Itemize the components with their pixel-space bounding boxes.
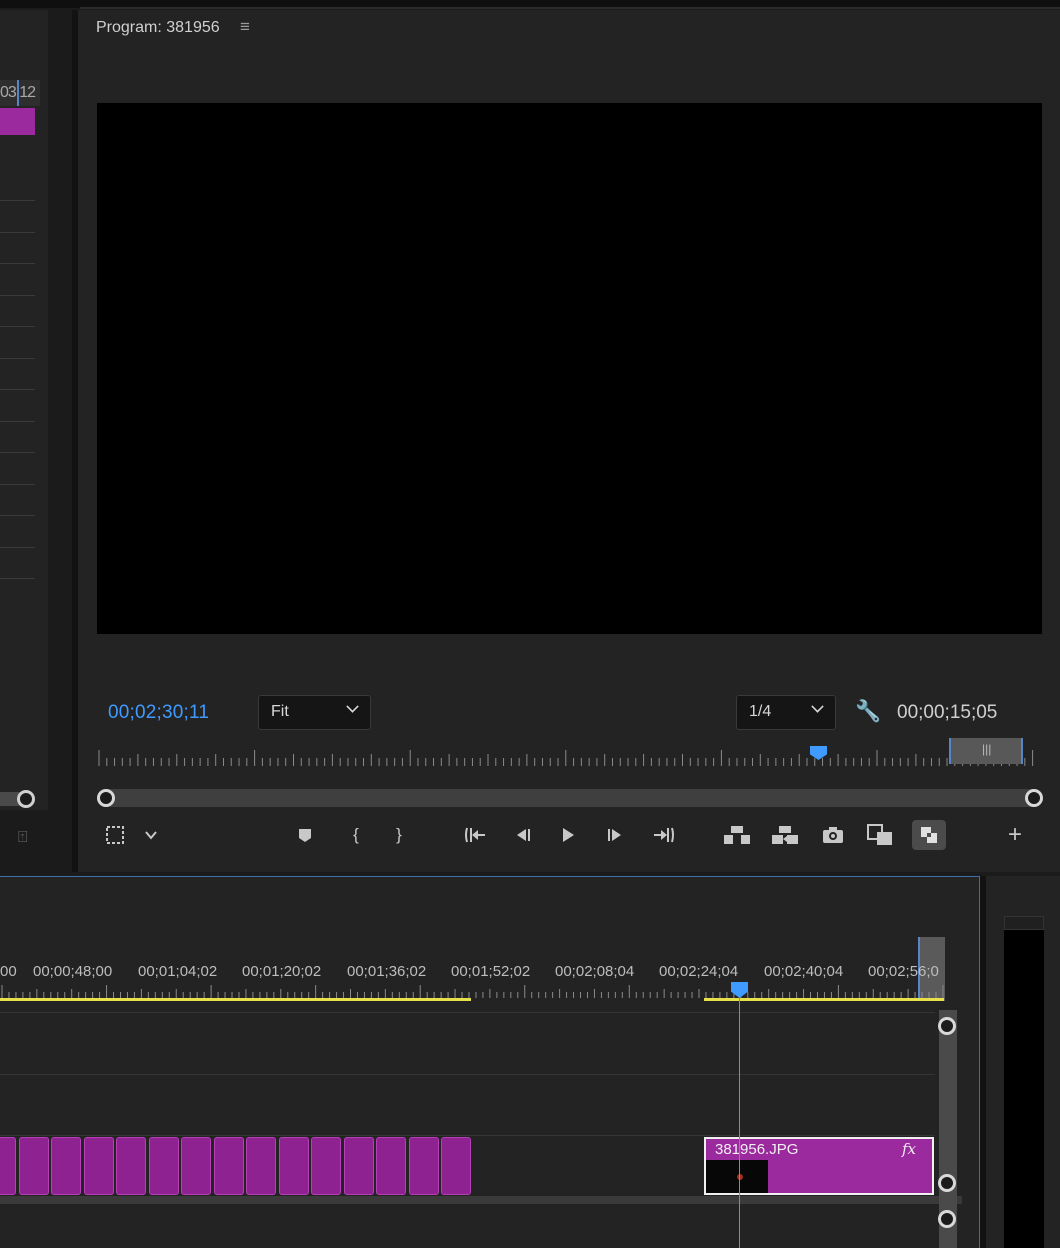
chevron-down-icon[interactable] bbox=[134, 820, 168, 850]
video-clip-segment[interactable] bbox=[83, 1137, 114, 1195]
toggle-proxies-icon[interactable] bbox=[912, 820, 946, 850]
audio-meter bbox=[1004, 916, 1044, 1248]
timeline-ruler-labels[interactable]: 00 00;00;48;00 00;01;04;02 00;01;20;02 0… bbox=[0, 963, 945, 983]
chevron-down-icon bbox=[346, 700, 359, 713]
work-area-bar[interactable] bbox=[704, 998, 944, 1001]
ruler-label: 00;02;40;04 bbox=[764, 963, 844, 980]
video-clip-segment[interactable] bbox=[148, 1137, 179, 1195]
clip-name: 381956.JPG bbox=[715, 1141, 799, 1158]
ruler-label: 00;02;24;04 bbox=[659, 963, 739, 980]
hamburger-menu-icon[interactable]: ≡ bbox=[240, 17, 250, 37]
ruler-label: 00 bbox=[0, 963, 17, 980]
video-clip-segment[interactable] bbox=[343, 1137, 374, 1195]
mark-in-icon[interactable]: { bbox=[339, 820, 373, 850]
comparison-view-icon[interactable] bbox=[863, 820, 897, 850]
work-area-bar[interactable] bbox=[0, 998, 471, 1001]
ruler-label: 00;01;52;02 bbox=[451, 963, 531, 980]
mark-out-icon[interactable]: } bbox=[382, 820, 416, 850]
step-forward-icon[interactable] bbox=[599, 820, 633, 850]
source-row-divider bbox=[0, 326, 35, 327]
export-icon[interactable]: ⍐ bbox=[18, 829, 40, 847]
ruler-label: 00;02;08;04 bbox=[555, 963, 635, 980]
source-row-divider bbox=[0, 547, 35, 548]
video-clip-segment[interactable] bbox=[18, 1137, 49, 1195]
timeline-playhead-line[interactable] bbox=[739, 995, 740, 1248]
track-divider-bar[interactable] bbox=[0, 1196, 962, 1204]
go-to-out-icon[interactable] bbox=[647, 820, 681, 850]
grip-icon[interactable]: ||| bbox=[982, 742, 991, 756]
safe-margins-icon[interactable] bbox=[98, 820, 132, 850]
playback-resolution-value: 1/4 bbox=[749, 703, 772, 720]
play-icon[interactable] bbox=[551, 820, 585, 850]
go-to-in-icon[interactable] bbox=[458, 820, 492, 850]
premiere-window: 03;12 ⍐ Program: 381956 ≡ 00;02;30;11 Fi… bbox=[0, 0, 1060, 1248]
lift-icon[interactable] bbox=[720, 820, 754, 850]
track-divider bbox=[0, 1012, 935, 1013]
source-row-divider bbox=[0, 358, 35, 359]
playback-resolution-select[interactable]: 1/4 bbox=[736, 695, 836, 730]
source-row-divider bbox=[0, 515, 35, 516]
program-video-frame[interactable] bbox=[97, 103, 1042, 634]
track-divider bbox=[0, 1074, 935, 1075]
source-row-divider bbox=[0, 232, 35, 233]
source-row-divider bbox=[0, 200, 35, 201]
video-clip-segment[interactable] bbox=[311, 1137, 341, 1195]
ruler-label: 00;01;36;02 bbox=[347, 963, 427, 980]
source-row-divider bbox=[0, 295, 35, 296]
add-button-icon[interactable]: + bbox=[998, 820, 1032, 850]
source-row-divider bbox=[0, 263, 35, 264]
monitor-scrollbar[interactable] bbox=[97, 789, 1042, 807]
zoom-fit-select[interactable]: Fit bbox=[258, 695, 371, 730]
video-clip-segment[interactable] bbox=[376, 1137, 406, 1195]
video-clip-segment[interactable] bbox=[246, 1137, 276, 1195]
monitor-scroll-end-handle[interactable] bbox=[1025, 789, 1043, 807]
extract-icon[interactable] bbox=[768, 820, 802, 850]
add-marker-icon[interactable] bbox=[288, 820, 322, 850]
source-playhead[interactable] bbox=[17, 80, 19, 106]
camera-icon[interactable] bbox=[816, 820, 850, 850]
audio-meter-solo-buttons[interactable] bbox=[1004, 916, 1044, 930]
current-timecode[interactable]: 00;02;30;11 bbox=[108, 702, 209, 724]
monitor-time-ruler[interactable] bbox=[97, 746, 1042, 768]
top-separator bbox=[80, 7, 1060, 9]
video-clip-segment[interactable] bbox=[116, 1137, 146, 1195]
step-back-icon[interactable] bbox=[505, 820, 539, 850]
vertical-scroll-handle-lower[interactable] bbox=[938, 1210, 956, 1228]
source-scroll-handle[interactable] bbox=[17, 790, 35, 808]
video-clip-segment[interactable] bbox=[51, 1137, 81, 1195]
vertical-scroll-handle-top[interactable] bbox=[938, 1017, 956, 1035]
source-row-divider bbox=[0, 484, 35, 485]
video-clip-segment[interactable] bbox=[441, 1137, 471, 1195]
video-clip-segment[interactable] bbox=[181, 1137, 211, 1195]
source-row-divider bbox=[0, 578, 35, 579]
ruler-label: 00;00;48;00 bbox=[33, 963, 113, 980]
video-clip-segment[interactable] bbox=[278, 1137, 309, 1195]
zoom-fit-value: Fit bbox=[271, 703, 289, 720]
chevron-down-icon bbox=[811, 700, 824, 713]
program-monitor-title[interactable]: Program: 381956 bbox=[96, 19, 220, 37]
track-divider bbox=[0, 1135, 935, 1136]
source-row-divider bbox=[0, 452, 35, 453]
source-row-divider bbox=[0, 421, 35, 422]
source-clip[interactable] bbox=[0, 108, 35, 135]
duration-timecode: 00;00;15;05 bbox=[897, 702, 998, 723]
clip-thumbnail-detail bbox=[737, 1174, 743, 1180]
video-clip-segment[interactable] bbox=[0, 1137, 16, 1195]
vertical-scroll-handle-bottom[interactable] bbox=[938, 1174, 956, 1192]
wrench-settings-icon[interactable]: 🔧 bbox=[855, 700, 881, 724]
ruler-label: 00;01;20;02 bbox=[242, 963, 322, 980]
monitor-scroll-start-handle[interactable] bbox=[97, 789, 115, 807]
ruler-label: 00;01;04;02 bbox=[138, 963, 218, 980]
video-clip-segment[interactable] bbox=[213, 1137, 244, 1195]
fx-badge-icon[interactable]: fx bbox=[902, 1140, 916, 1158]
ruler-label: 00;02;56;0 bbox=[868, 963, 939, 980]
source-panel-fragment: 03;12 bbox=[0, 10, 48, 810]
source-row-divider bbox=[0, 389, 35, 390]
video-clip-segment[interactable] bbox=[408, 1137, 439, 1195]
